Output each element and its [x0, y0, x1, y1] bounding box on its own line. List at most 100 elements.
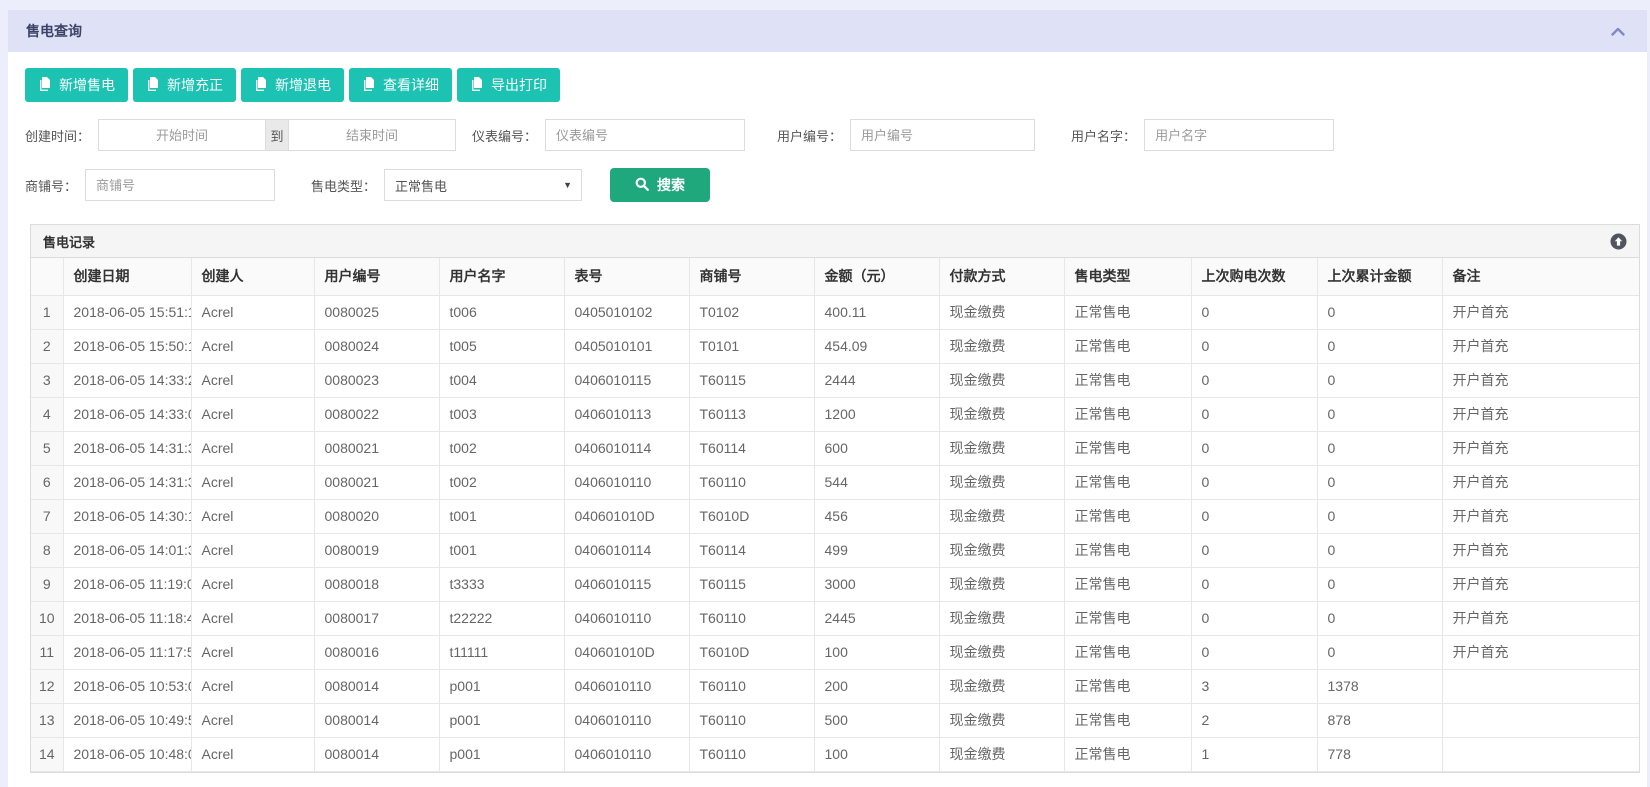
table-row[interactable]: 132018-06-05 10:49:5Acrel0080014p0010406…: [31, 703, 1640, 737]
view-detail-button[interactable]: 查看详细: [349, 68, 452, 102]
add-refund-button[interactable]: 新增退电: [241, 68, 344, 102]
table-cell: 现金缴费: [939, 533, 1064, 567]
row-index-cell: 4: [31, 397, 63, 431]
user-name-input[interactable]: [1144, 119, 1334, 151]
table-row[interactable]: 122018-06-05 10:53:0Acrel0080014p0010406…: [31, 669, 1640, 703]
table-cell: 0: [1317, 295, 1442, 329]
add-recharge-button[interactable]: 新增充正: [133, 68, 236, 102]
table-cell: 2018-06-05 14:33:0: [63, 397, 191, 431]
table-cell: Acrel: [191, 465, 314, 499]
table-cell: 正常售电: [1064, 601, 1191, 635]
table-row[interactable]: 22018-06-05 15:50:1Acrel0080024t00504050…: [31, 329, 1640, 363]
meter-no-input[interactable]: [545, 119, 745, 151]
table-cell: 0406010110: [564, 669, 689, 703]
table-cell: 2018-06-05 14:31:3: [63, 465, 191, 499]
row-index-cell: 5: [31, 431, 63, 465]
table-cell: 0: [1191, 465, 1317, 499]
table-cell: 0406010113: [564, 397, 689, 431]
row-index-cell: 10: [31, 601, 63, 635]
table-row[interactable]: 72018-06-05 14:30:1Acrel0080020t00104060…: [31, 499, 1640, 533]
copy-icon: [362, 77, 376, 94]
start-time-input[interactable]: [98, 119, 266, 151]
table-cell: Acrel: [191, 363, 314, 397]
row-index-cell: 14: [31, 737, 63, 771]
table-cell: 0080017: [314, 601, 439, 635]
page-title: 售电查询: [26, 21, 82, 41]
table-cell: Acrel: [191, 499, 314, 533]
table-cell: Acrel: [191, 329, 314, 363]
table-row[interactable]: 52018-06-05 14:31:3Acrel0080021t00204060…: [31, 431, 1640, 465]
table-cell: 200: [814, 669, 939, 703]
table-cell: 456: [814, 499, 939, 533]
sale-type-select[interactable]: 正常售电 ▼: [384, 169, 582, 201]
table-row[interactable]: 82018-06-05 14:01:3Acrel0080019t00104060…: [31, 533, 1640, 567]
search-icon: [635, 177, 649, 194]
table-cell: t005: [439, 329, 564, 363]
sales-table-body: 12018-06-05 15:51:1Acrel0080025t00604050…: [31, 295, 1640, 771]
shop-no-input[interactable]: [85, 169, 275, 201]
table-cell: 0080023: [314, 363, 439, 397]
table-cell: T60110: [689, 737, 814, 771]
export-print-label: 导出打印: [491, 75, 547, 95]
table-header-sale-type: 售电类型: [1064, 258, 1191, 295]
table-row[interactable]: 102018-06-05 11:18:4Acrel0080017t2222204…: [31, 601, 1640, 635]
user-no-label: 用户编号：: [777, 126, 842, 145]
table-row[interactable]: 62018-06-05 14:31:3Acrel0080021t00204060…: [31, 465, 1640, 499]
table-cell: 现金缴费: [939, 635, 1064, 669]
table-cell: 2018-06-05 14:01:3: [63, 533, 191, 567]
copy-icon: [38, 77, 52, 94]
table-cell: 正常售电: [1064, 465, 1191, 499]
table-cell: 正常售电: [1064, 363, 1191, 397]
table-cell: 778: [1317, 737, 1442, 771]
table-cell: 0: [1317, 397, 1442, 431]
chevron-up-icon[interactable]: [1611, 27, 1625, 36]
table-cell: 0406010110: [564, 703, 689, 737]
table-cell: 2018-06-05 10:48:0: [63, 737, 191, 771]
table-cell: 0080025: [314, 295, 439, 329]
filter-area: 创建时间： 到 仪表编号： 用户编号： 用户名字： 商铺号： 售电类型： 正常售…: [25, 119, 1647, 202]
add-sale-button[interactable]: 新增售电: [25, 68, 128, 102]
table-row[interactable]: 92018-06-05 11:19:0Acrel0080018t33330406…: [31, 567, 1640, 601]
table-cell: 0080021: [314, 465, 439, 499]
table-cell: 现金缴费: [939, 465, 1064, 499]
export-print-button[interactable]: 导出打印: [457, 68, 560, 102]
page-titlebar: 售电查询: [8, 10, 1647, 52]
meter-no-label: 仪表编号：: [472, 126, 537, 145]
table-header-amount: 金额（元）: [814, 258, 939, 295]
table-cell: 0: [1191, 397, 1317, 431]
table-row[interactable]: 32018-06-05 14:33:2Acrel0080023t00404060…: [31, 363, 1640, 397]
table-header-row: 创建日期 创建人 用户编号 用户名字 表号 商铺号 金额（元） 付款方式 售电类…: [31, 258, 1640, 295]
table-cell: 开户首充: [1442, 363, 1640, 397]
table-header-creator: 创建人: [191, 258, 314, 295]
table-cell: 现金缴费: [939, 397, 1064, 431]
table-cell: 开户首充: [1442, 431, 1640, 465]
table-cell: 0080024: [314, 329, 439, 363]
user-no-input[interactable]: [850, 119, 1035, 151]
table-cell: 0406010110: [564, 601, 689, 635]
table-cell: p001: [439, 703, 564, 737]
table-row[interactable]: 42018-06-05 14:33:0Acrel0080022t00304060…: [31, 397, 1640, 431]
view-detail-label: 查看详细: [383, 75, 439, 95]
arrow-up-circle-icon[interactable]: [1610, 233, 1627, 250]
table-cell: 100: [814, 635, 939, 669]
table-row[interactable]: 12018-06-05 15:51:1Acrel0080025t00604050…: [31, 295, 1640, 329]
row-index-cell: 9: [31, 567, 63, 601]
end-time-input[interactable]: [288, 119, 456, 151]
table-cell: 0: [1191, 635, 1317, 669]
table-row[interactable]: 142018-06-05 10:48:0Acrel0080014p0010406…: [31, 737, 1640, 771]
table-cell: 0406010115: [564, 363, 689, 397]
add-refund-label: 新增退电: [275, 75, 331, 95]
table-cell: 正常售电: [1064, 703, 1191, 737]
table-cell: 600: [814, 431, 939, 465]
table-cell: 3: [1191, 669, 1317, 703]
row-index-cell: 11: [31, 635, 63, 669]
copy-icon: [146, 77, 160, 94]
table-cell: 正常售电: [1064, 295, 1191, 329]
table-cell: 0405010101: [564, 329, 689, 363]
row-index-cell: 7: [31, 499, 63, 533]
sale-type-value: 正常售电: [395, 176, 447, 195]
table-row[interactable]: 112018-06-05 11:17:5Acrel0080016t1111104…: [31, 635, 1640, 669]
add-sale-label: 新增售电: [59, 75, 115, 95]
search-button[interactable]: 搜索: [610, 168, 710, 202]
table-cell: 2018-06-05 11:17:5: [63, 635, 191, 669]
